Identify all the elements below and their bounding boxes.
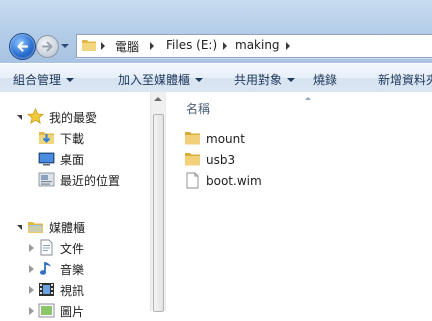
nav-favorites[interactable]: 我的最愛 (0, 107, 150, 127)
folder-icon (185, 132, 200, 145)
breadcrumb-separator-icon[interactable] (285, 42, 291, 50)
star-icon (27, 108, 44, 124)
chevron-down-icon (66, 77, 75, 82)
expand-icon[interactable] (29, 265, 34, 273)
organize-button[interactable]: 組合管理 (13, 71, 75, 88)
music-icon (40, 262, 51, 275)
breadcrumb-folder[interactable]: making (235, 38, 280, 52)
command-bar: 組合管理 加入至媒體櫃 共用對象 燒錄 新增資料夾 (0, 63, 432, 93)
downloads-folder-icon (39, 132, 54, 144)
nav-pictures[interactable]: 圖片 (0, 301, 150, 321)
file-icon (186, 172, 199, 189)
recent-places-label: 最近的位置 (60, 174, 121, 188)
libraries-icon (28, 222, 43, 233)
expand-icon[interactable] (29, 286, 34, 294)
file-row-mount[interactable]: mount (184, 129, 384, 149)
arrow-left-icon (17, 41, 29, 52)
expand-icon[interactable] (29, 244, 34, 252)
recent-places-icon (38, 172, 55, 187)
navigation-scrollbar[interactable] (150, 92, 165, 312)
add-to-library-button[interactable]: 加入至媒體櫃 (118, 71, 204, 88)
downloads-label: 下載 (60, 132, 85, 146)
chevron-down-icon (195, 77, 204, 82)
video-icon (39, 283, 54, 296)
chevron-down-icon (287, 77, 296, 82)
nav-libraries[interactable]: 媒體櫃 (0, 217, 150, 237)
collapse-icon[interactable] (17, 115, 22, 120)
file-row-usb3[interactable]: usb3 (184, 150, 384, 170)
new-folder-button[interactable]: 新增資料夾 (378, 71, 432, 88)
back-button[interactable] (9, 33, 36, 60)
file-list: 名稱 mount usb3 boot.wim (168, 92, 432, 311)
scrollbar-thumb[interactable] (153, 114, 164, 312)
nav-recent-places[interactable]: 最近的位置 (0, 170, 150, 190)
title-bar[interactable] (0, 0, 432, 30)
sort-indicator-icon (305, 97, 311, 100)
breadcrumb-computer[interactable]: 電腦 (115, 38, 139, 55)
videos-label: 視訊 (60, 284, 85, 298)
file-name: mount (206, 132, 245, 146)
nav-downloads[interactable]: 下載 (0, 128, 150, 148)
nav-desktop[interactable]: 桌面 (0, 149, 150, 169)
breadcrumb-separator-icon[interactable] (149, 42, 155, 50)
nav-music[interactable]: 音樂 (0, 259, 150, 279)
favorites-label: 我的最愛 (49, 111, 98, 125)
breadcrumb-separator-icon[interactable] (100, 42, 106, 50)
libraries-label: 媒體櫃 (49, 221, 86, 235)
nav-videos[interactable]: 視訊 (0, 280, 150, 300)
file-name: usb3 (206, 153, 236, 167)
music-label: 音樂 (60, 263, 85, 277)
breadcrumb-separator-icon[interactable] (222, 42, 228, 50)
breadcrumb-drive[interactable]: Files (E:) (166, 38, 217, 52)
forward-button[interactable] (36, 35, 59, 58)
address-row: 電腦 Files (E:) making (0, 30, 432, 62)
organize-label: 組合管理 (13, 73, 62, 87)
add-to-library-label: 加入至媒體櫃 (118, 73, 191, 87)
arrow-right-icon (42, 41, 53, 52)
burn-button[interactable]: 燒錄 (313, 71, 337, 88)
expand-icon[interactable] (29, 307, 34, 315)
address-bar[interactable]: 電腦 Files (E:) making (76, 34, 432, 58)
desktop-label: 桌面 (60, 153, 85, 167)
share-with-button[interactable]: 共用對象 (234, 71, 296, 88)
folder-icon (185, 153, 200, 166)
file-name: boot.wim (206, 174, 262, 188)
file-row-boot-wim[interactable]: boot.wim (184, 171, 384, 191)
nav-documents[interactable]: 文件 (0, 238, 150, 258)
folder-icon (82, 40, 96, 51)
column-header-name[interactable]: 名稱 (186, 100, 210, 117)
documents-label: 文件 (60, 242, 85, 256)
pictures-label: 圖片 (60, 305, 85, 319)
scroll-up-icon[interactable] (154, 97, 162, 101)
documents-icon (40, 239, 53, 256)
collapse-icon[interactable] (17, 225, 22, 230)
desktop-icon (38, 152, 55, 166)
share-with-label: 共用對象 (234, 73, 283, 87)
recent-pages-dropdown-icon[interactable] (60, 42, 70, 50)
navigation-pane: 我的最愛 下載 桌面 最近的位置 媒體櫃 文件 音樂 視訊 圖片 (0, 92, 150, 319)
